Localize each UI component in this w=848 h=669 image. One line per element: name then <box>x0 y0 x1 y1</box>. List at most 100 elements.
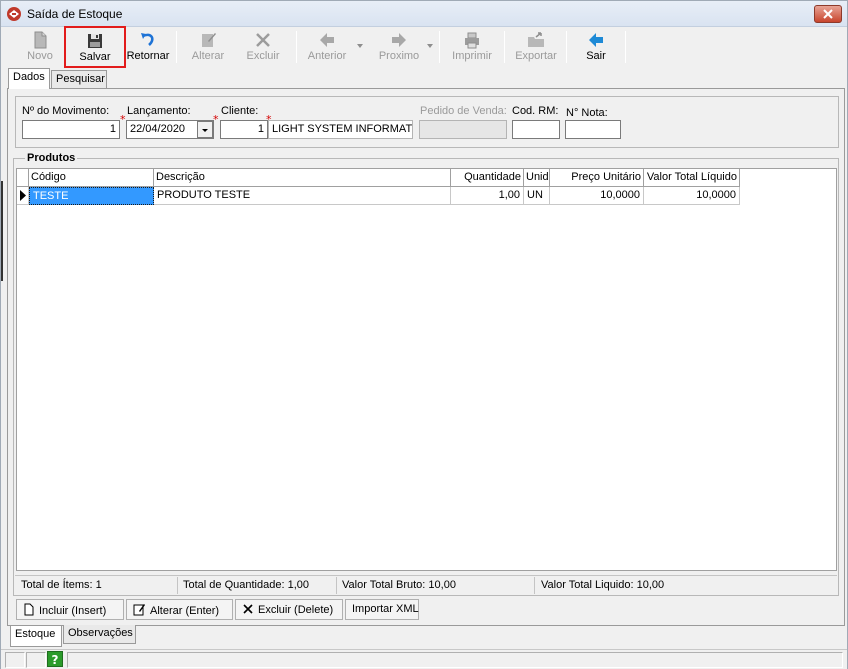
imprimir-label: Imprimir <box>452 50 492 62</box>
cell-quantidade[interactable]: 1,00 <box>451 187 524 205</box>
chevron-down-icon <box>202 129 208 132</box>
edit-icon <box>202 33 216 47</box>
app-icon <box>7 7 21 21</box>
close-button[interactable] <box>814 5 842 23</box>
undo-icon <box>141 33 154 46</box>
pedido-label: Pedido de Venda: <box>420 105 507 117</box>
new-document-icon <box>34 31 47 49</box>
importar-xml-label: Importar XML <box>352 603 419 615</box>
alterar-item-label: Alterar (Enter) <box>150 605 220 617</box>
alterar-label: Alterar <box>191 50 225 62</box>
incluir-button[interactable]: Incluir (Insert) <box>16 599 124 620</box>
codrm-input[interactable] <box>512 120 560 139</box>
column-header-codigo[interactable]: Código <box>29 169 154 187</box>
column-header-unidade[interactable]: Unid <box>524 169 550 187</box>
totals-separator <box>534 577 535 594</box>
column-header-descricao[interactable]: Descrição <box>154 169 451 187</box>
cell-codigo[interactable]: TESTE <box>29 187 154 205</box>
cell-preco[interactable]: 10,0000 <box>550 187 644 205</box>
nota-input[interactable] <box>565 120 621 139</box>
excluir-button[interactable]: Excluir <box>238 28 288 66</box>
proximo-label: Proximo <box>378 50 420 62</box>
exportar-button[interactable]: Exportar <box>510 28 562 66</box>
retornar-button[interactable]: Retornar <box>125 28 171 66</box>
cell-valor[interactable]: 10,0000 <box>644 187 740 205</box>
tab-estoque-label: Estoque <box>15 628 56 640</box>
nota-label: N° Nota: <box>566 107 608 119</box>
importar-xml-button[interactable]: Importar XML <box>345 599 419 620</box>
movimento-label: Nº do Movimento: <box>22 105 110 117</box>
codrm-label: Cod. RM: <box>512 105 559 117</box>
column-header-preco[interactable]: Preço Unitário <box>550 169 644 187</box>
salvar-label: Salvar <box>79 51 111 63</box>
anterior-button[interactable]: Anterior <box>302 28 352 66</box>
totals-separator <box>336 577 337 594</box>
produtos-title: Produtos <box>25 152 78 164</box>
printer-icon <box>465 32 479 49</box>
status-bar <box>1 649 847 669</box>
toolbar: Novo Salvar Retornar Alterar Excluir Ant… <box>5 26 845 68</box>
status-cell <box>5 652 25 668</box>
close-icon <box>823 9 833 19</box>
export-folder-icon <box>528 32 544 47</box>
novo-button[interactable]: Novo <box>15 28 65 66</box>
novo-label: Novo <box>27 50 53 62</box>
toolbar-separator <box>176 31 177 63</box>
retornar-label: Retornar <box>126 50 170 62</box>
total-quantidade: Total de Quantidade: 1,00 <box>183 579 309 591</box>
status-cell <box>26 652 46 668</box>
cell-unidade[interactable]: UN <box>524 187 550 205</box>
cliente-name-field: LIGHT SYSTEM INFORMATI <box>268 120 413 139</box>
proximo-dropdown-icon[interactable] <box>427 44 433 48</box>
new-document-icon <box>24 603 34 616</box>
sair-label: Sair <box>586 50 606 62</box>
sair-button[interactable]: Sair <box>575 28 617 66</box>
movimento-input[interactable]: 1 <box>22 120 120 139</box>
exportar-label: Exportar <box>515 50 557 62</box>
alterar-item-button[interactable]: Alterar (Enter) <box>126 599 233 620</box>
anterior-dropdown-icon[interactable] <box>357 44 363 48</box>
products-grid[interactable]: Código Descrição Quantidade Unid Preço U… <box>16 168 837 571</box>
delete-icon <box>243 604 253 614</box>
grid-indicator-header <box>17 169 29 187</box>
total-itens: Total de Ítems: 1 <box>21 579 102 591</box>
toolbar-separator <box>625 31 626 63</box>
totals-bar: Total de Ítems: 1 Total de Quantidade: 1… <box>15 575 837 595</box>
excluir-item-button[interactable]: Excluir (Delete) <box>235 599 343 620</box>
alterar-button[interactable]: Alterar <box>183 28 233 66</box>
column-header-valor[interactable]: Valor Total Líquido <box>644 169 740 187</box>
cliente-code-input[interactable]: 1 <box>220 120 268 139</box>
main-window: Saída de Estoque Novo Salvar Retornar Al… <box>0 0 848 669</box>
tab-dados[interactable]: Dados <box>8 68 50 89</box>
total-liquido: Valor Total Liquido: 10,00 <box>541 579 665 591</box>
window-edge-shadow <box>1 181 3 281</box>
anterior-label: Anterior <box>307 50 347 62</box>
proximo-button[interactable]: Proximo <box>371 28 427 66</box>
tab-pesquisar-label: Pesquisar <box>56 73 105 85</box>
window-title: Saída de Estoque <box>27 7 123 21</box>
tab-estoque[interactable]: Estoque <box>10 626 62 647</box>
column-header-quantidade[interactable]: Quantidade <box>451 169 524 187</box>
lancamento-dropdown-button[interactable] <box>197 121 213 138</box>
total-bruto: Valor Total Bruto: 10,00 <box>342 579 456 591</box>
delete-icon <box>256 33 270 47</box>
pedido-input <box>419 120 507 139</box>
salvar-button[interactable]: Salvar <box>64 26 126 68</box>
title-bar[interactable]: Saída de Estoque <box>1 1 847 27</box>
toolbar-separator <box>504 31 505 63</box>
help-icon[interactable]: ? <box>47 651 63 667</box>
tab-pesquisar[interactable]: Pesquisar <box>51 70 107 89</box>
exit-arrow-icon <box>589 33 603 47</box>
tab-observacoes-label: Observações <box>68 627 133 639</box>
edit-icon <box>133 604 145 616</box>
toolbar-separator <box>439 31 440 63</box>
tab-dados-label: Dados <box>13 71 45 83</box>
cell-descricao[interactable]: PRODUTO TESTE <box>154 187 451 205</box>
tab-observacoes[interactable]: Observações <box>63 625 136 644</box>
excluir-item-label: Excluir (Delete) <box>258 604 334 616</box>
incluir-label: Incluir (Insert) <box>39 605 107 617</box>
save-icon <box>88 34 102 48</box>
imprimir-button[interactable]: Imprimir <box>447 28 497 66</box>
lancamento-label: Lançamento: <box>127 105 191 117</box>
row-indicator <box>17 187 29 205</box>
